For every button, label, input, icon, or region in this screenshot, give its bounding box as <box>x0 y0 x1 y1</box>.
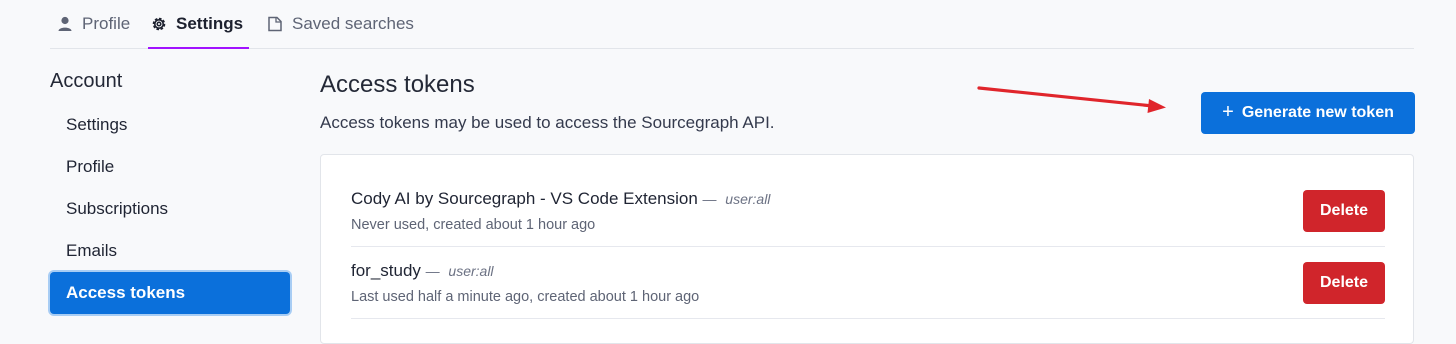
token-name-line: Cody AI by Sourcegraph - VS Code Extensi… <box>351 189 770 209</box>
token-scope: user:all <box>448 263 494 279</box>
page-title: Access tokens <box>320 71 475 98</box>
generate-new-token-button[interactable]: + Generate new token <box>1201 92 1415 134</box>
top-tab-bar: Profile Settings Saved searches <box>50 0 1414 49</box>
sidebar-item-emails[interactable]: Emails <box>50 230 290 272</box>
sidebar-header: Account <box>50 70 123 92</box>
scope-separator: — <box>702 191 717 207</box>
sidebar-item-settings[interactable]: Settings <box>50 104 290 146</box>
delete-token-button[interactable]: Delete <box>1303 190 1385 232</box>
token-name-line: for_study — user:all <box>351 261 494 281</box>
token-name: Cody AI by Sourcegraph - VS Code Extensi… <box>351 189 698 208</box>
token-usage-meta: Last used half a minute ago, created abo… <box>351 289 700 305</box>
token-list: Cody AI by Sourcegraph - VS Code Extensi… <box>320 154 1414 344</box>
delete-token-button[interactable]: Delete <box>1303 262 1385 304</box>
sidebar-item-label: Access tokens <box>66 283 186 302</box>
tab-profile[interactable]: Profile <box>56 0 130 48</box>
gear-icon <box>152 17 166 31</box>
plus-icon: + <box>1222 101 1234 123</box>
page-description: Access tokens may be used to access the … <box>320 113 775 132</box>
annotation-arrow-icon <box>977 86 1166 113</box>
generate-new-token-label: Generate new token <box>1241 104 1394 121</box>
tab-saved-searches[interactable]: Saved searches <box>266 0 414 48</box>
token-usage-meta: Never used, created about 1 hour ago <box>351 217 596 233</box>
token-row: for_study — user:all Last used half a mi… <box>351 247 1385 319</box>
sidebar-item-label: Emails <box>66 241 118 260</box>
sidebar-item-subscriptions[interactable]: Subscriptions <box>50 188 290 230</box>
token-scope: user:all <box>725 191 771 207</box>
token-name: for_study <box>351 261 421 280</box>
sidebar-item-label: Settings <box>66 115 128 134</box>
tab-settings[interactable]: Settings <box>147 0 250 49</box>
token-row: Cody AI by Sourcegraph - VS Code Extensi… <box>351 175 1385 247</box>
scope-separator: — <box>425 263 440 279</box>
sidebar-item-label: Subscriptions <box>66 199 169 218</box>
sidebar-item-profile[interactable]: Profile <box>50 146 290 188</box>
sidebar-item-label: Profile <box>66 157 115 176</box>
tab-profile-label: Profile <box>82 14 131 33</box>
user-icon <box>58 16 72 31</box>
saved-search-icon <box>268 16 282 32</box>
sidebar-item-access-tokens[interactable]: Access tokens <box>50 272 290 314</box>
tab-saved-searches-label: Saved searches <box>292 14 414 33</box>
tab-settings-label: Settings <box>176 14 244 33</box>
